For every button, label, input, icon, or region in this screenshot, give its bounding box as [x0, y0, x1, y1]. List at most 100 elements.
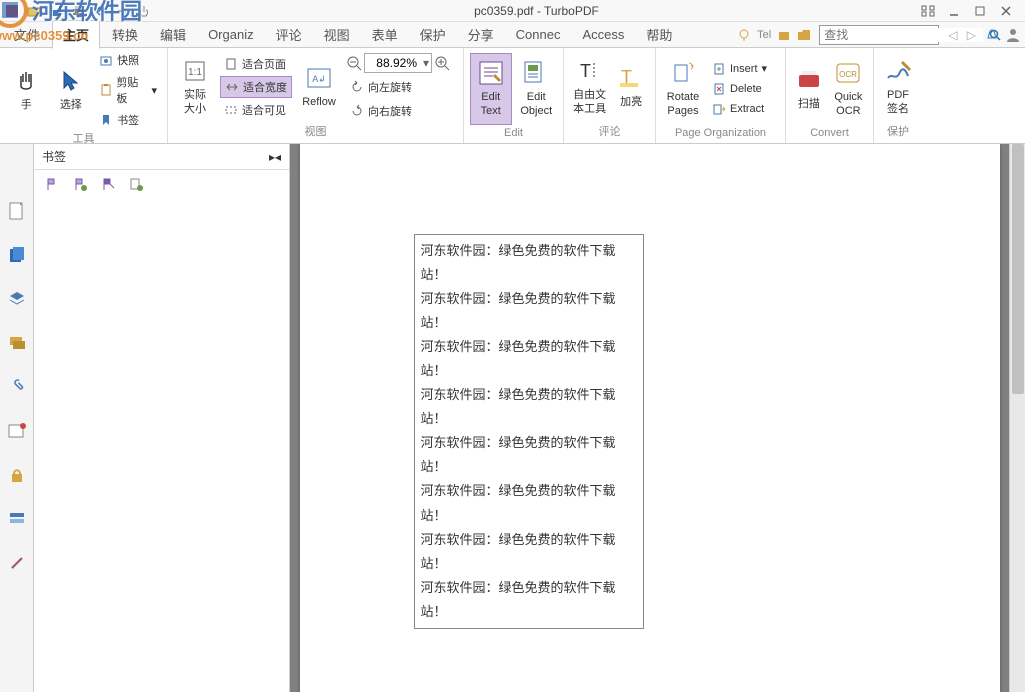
clip-icon[interactable] — [6, 376, 28, 398]
document-view[interactable]: 河东软件园：绿色免费的软件下载站！ 河东软件园：绿色免费的软件下载站！ 河东软件… — [290, 144, 1009, 692]
scrollbar-thumb[interactable] — [1012, 144, 1024, 394]
maximize-icon[interactable] — [973, 4, 987, 18]
zoom-out-icon[interactable] — [346, 55, 362, 71]
tab-share[interactable]: 分享 — [458, 21, 504, 48]
pdf-sign-button[interactable]: PDF 签名 — [880, 51, 916, 123]
tab-edit[interactable]: 编辑 — [150, 21, 196, 48]
tab-connect[interactable]: Connec — [506, 23, 571, 46]
bulb-icon[interactable] — [737, 28, 751, 42]
svg-text:1:1: 1:1 — [188, 67, 202, 78]
rotate-left-button[interactable]: 向左旋转 — [346, 77, 450, 97]
clipboard-button[interactable]: 剪贴板▾ — [95, 72, 161, 108]
reflow-button[interactable]: A↲ Reflow — [296, 51, 342, 123]
bookmark-nested-icon[interactable] — [100, 176, 116, 192]
freetext-button[interactable]: T 自由文 本工具 — [570, 51, 609, 123]
tab-comment[interactable]: 评论 — [266, 21, 312, 48]
tab-file[interactable]: 文件 — [4, 21, 50, 48]
highlight-button[interactable]: T 加亮 — [613, 51, 649, 123]
folder-icon[interactable] — [797, 28, 813, 42]
titlebar: pc0359.pdf - TurboPDF — [0, 0, 1025, 22]
text-line: 河东软件园：绿色免费的软件下载站！ — [421, 383, 637, 431]
freetext-icon: T — [576, 57, 604, 85]
save-icon[interactable] — [48, 3, 64, 19]
text-line: 河东软件园：绿色免费的软件下载站！ — [421, 239, 637, 287]
bookmarks-panel: 书签 ▸◂ — [34, 144, 290, 692]
scan-icon — [795, 66, 823, 94]
app-menu-icon[interactable] — [4, 3, 20, 19]
tab-help[interactable]: 帮助 — [636, 21, 682, 48]
zoom-input[interactable] — [365, 56, 419, 70]
extract-button[interactable]: Extract — [708, 100, 771, 118]
tab-view[interactable]: 视图 — [314, 21, 360, 48]
tab-organize[interactable]: Organiz — [198, 23, 264, 46]
hand-tool[interactable]: 手 — [6, 54, 47, 126]
signature-icon[interactable] — [6, 420, 28, 442]
group-label-edit: Edit — [470, 127, 557, 141]
touch-icon[interactable] — [136, 3, 152, 19]
package-icon[interactable] — [777, 28, 791, 42]
left-sidebar — [0, 144, 34, 692]
comments-icon[interactable] — [6, 332, 28, 354]
search-box[interactable] — [819, 25, 939, 45]
attachments-icon[interactable] — [6, 244, 28, 266]
open-icon[interactable] — [26, 3, 42, 19]
magic-icon[interactable] — [6, 552, 28, 574]
tab-access[interactable]: Access — [572, 23, 634, 46]
lock-icon[interactable] — [6, 464, 28, 486]
vertical-scrollbar[interactable] — [1009, 144, 1025, 692]
edit-object-button[interactable]: Edit Object — [516, 53, 557, 125]
bookmarks-title: 书签 — [42, 148, 269, 165]
ocr-button[interactable]: OCR Quick OCR — [830, 53, 867, 125]
ribbon-collapse-icon[interactable] — [921, 4, 935, 18]
bookmark-flag-icon[interactable] — [44, 176, 60, 192]
close-icon[interactable] — [999, 4, 1013, 18]
edit-object-icon — [522, 59, 550, 87]
rotate-pages-button[interactable]: Rotate Pages — [662, 53, 704, 125]
panel-collapse-icon[interactable]: ▸◂ — [269, 150, 281, 164]
tab-form[interactable]: 表单 — [362, 21, 408, 48]
text-line: 河东软件园：绿色免费的软件下载站！ — [421, 479, 637, 527]
tab-convert[interactable]: 转换 — [102, 21, 148, 48]
svg-text:A↲: A↲ — [312, 74, 326, 84]
cursor-icon — [57, 67, 85, 95]
text-line: 河东软件园：绿色免费的软件下载站！ — [421, 287, 637, 335]
zoom-input-box[interactable]: ▾ — [364, 53, 432, 73]
page-thumbs-icon[interactable] — [6, 200, 28, 222]
edit-text-button[interactable]: Edit Text — [470, 53, 512, 125]
text-line: 河东软件园：绿色免费的软件下载站！ — [421, 335, 637, 383]
bookmark-add-icon[interactable] — [72, 176, 88, 192]
select-tool[interactable]: 选择 — [51, 54, 92, 126]
bookmark-button[interactable]: 书签 — [95, 110, 161, 130]
delete-button[interactable]: Delete — [708, 80, 771, 98]
zoom-in-icon[interactable] — [434, 55, 450, 71]
ocr-icon: OCR — [834, 59, 862, 87]
hand-icon — [12, 67, 40, 95]
sign-icon — [884, 57, 912, 85]
snapshot-button[interactable]: 快照 — [95, 50, 161, 70]
nav-prev-icon[interactable]: ◁ — [945, 28, 960, 42]
fit-visible-button[interactable]: 适合可见 — [220, 100, 292, 120]
insert-button[interactable]: Insert▾ — [708, 60, 771, 78]
fit-page-button[interactable]: 适合页面 — [220, 54, 292, 74]
fit-width-button[interactable]: 适合宽度 — [220, 76, 292, 98]
bell-icon[interactable] — [985, 28, 999, 42]
tab-home[interactable]: 主页 — [52, 20, 100, 49]
pdf-page: 河东软件园：绿色免费的软件下载站！ 河东软件园：绿色免费的软件下载站！ 河东软件… — [300, 144, 1000, 692]
layers-icon[interactable] — [6, 288, 28, 310]
fields-icon[interactable] — [6, 508, 28, 530]
minimize-icon[interactable] — [947, 4, 961, 18]
user-icon[interactable] — [1005, 27, 1021, 43]
redo-icon[interactable] — [114, 3, 130, 19]
bookmark-new-icon[interactable] — [128, 176, 144, 192]
print-icon[interactable] — [70, 3, 86, 19]
nav-next-icon[interactable]: ▷ — [964, 28, 979, 42]
document-title: pc0359.pdf - TurboPDF — [152, 4, 921, 18]
scan-button[interactable]: 扫描 — [792, 53, 826, 125]
undo-icon[interactable] — [92, 3, 108, 19]
tab-protect[interactable]: 保护 — [410, 21, 456, 48]
actual-size-button[interactable]: 1:1 实际 大小 — [174, 51, 216, 123]
rotate-right-button[interactable]: 向右旋转 — [346, 101, 450, 121]
group-label-protect: 保护 — [880, 123, 916, 141]
edit-text-icon — [477, 59, 505, 87]
text-edit-box[interactable]: 河东软件园：绿色免费的软件下载站！ 河东软件园：绿色免费的软件下载站！ 河东软件… — [414, 234, 644, 629]
